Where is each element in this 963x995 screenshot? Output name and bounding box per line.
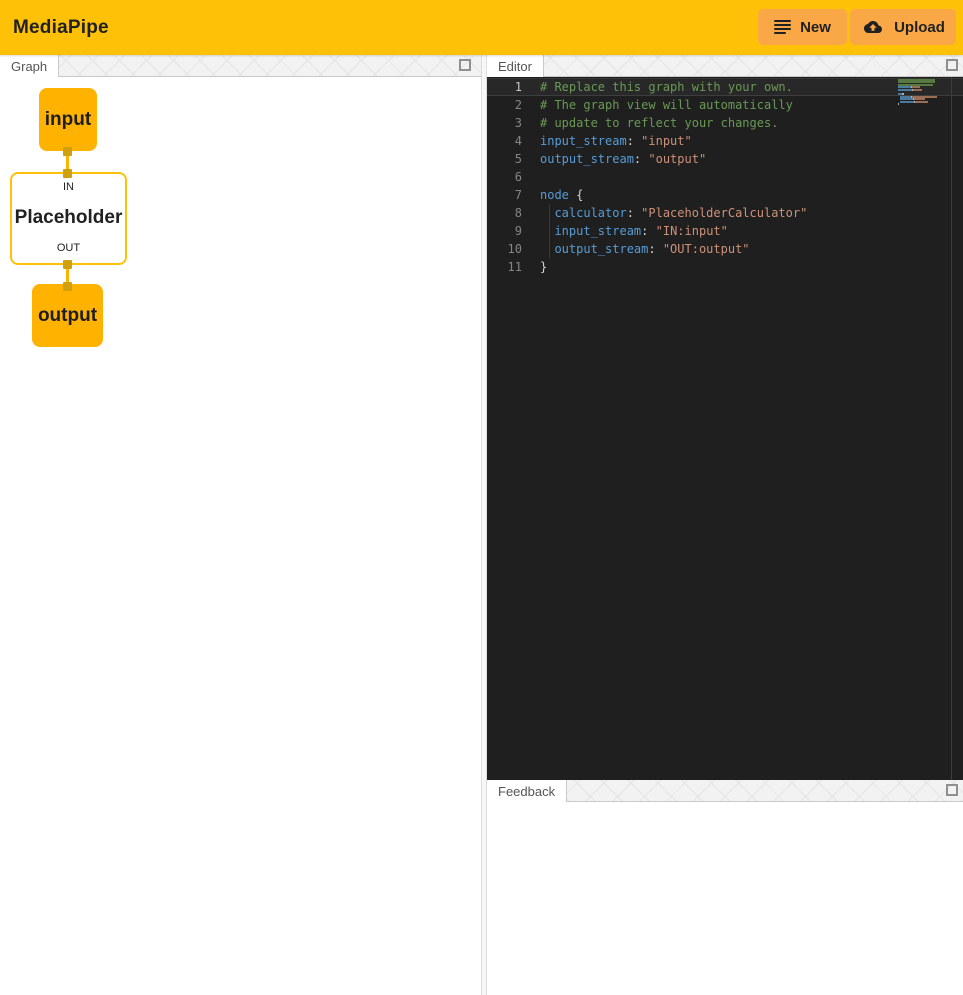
line-number: 10 xyxy=(487,240,540,258)
indent-guide xyxy=(549,222,550,240)
tab-feedback[interactable]: Feedback xyxy=(487,780,567,802)
code-text: calculator: "PlaceholderCalculator" xyxy=(540,204,807,222)
graph-node-input[interactable]: input xyxy=(39,88,97,151)
feedback-tab-strip: Feedback xyxy=(487,780,963,802)
line-number: 8 xyxy=(487,204,540,222)
code-line: 1# Replace this graph with your own. xyxy=(487,78,963,96)
upload-button[interactable]: Upload xyxy=(850,9,956,45)
code-text: } xyxy=(540,258,547,276)
line-number: 9 xyxy=(487,222,540,240)
menu-lines-icon xyxy=(774,20,791,34)
line-number: 6 xyxy=(487,168,540,186)
minimap[interactable] xyxy=(898,79,948,105)
tab-feedback-label: Feedback xyxy=(498,784,555,799)
editor-scrollbar-ruler[interactable] xyxy=(951,77,952,780)
code-editor[interactable]: 1# Replace this graph with your own.2# T… xyxy=(487,77,963,780)
line-number: 5 xyxy=(487,150,540,168)
code-text: # update to reflect your changes. xyxy=(540,114,778,132)
upload-button-label: Upload xyxy=(894,19,945,36)
tab-graph-label: Graph xyxy=(11,59,47,74)
feedback-maximize-icon[interactable] xyxy=(946,784,958,796)
graph-node-output[interactable]: output xyxy=(32,284,103,347)
tab-editor[interactable]: Editor xyxy=(487,55,544,77)
code-text: # Replace this graph with your own. xyxy=(540,78,793,96)
code-line: 6 xyxy=(487,168,963,186)
code-line: 3# update to reflect your changes. xyxy=(487,114,963,132)
graph-maximize-icon[interactable] xyxy=(459,59,471,71)
port-placeholder-in[interactable] xyxy=(63,169,72,178)
editor-maximize-icon[interactable] xyxy=(946,59,958,71)
new-button[interactable]: New xyxy=(758,9,847,45)
cloud-upload-icon xyxy=(861,18,885,36)
graph-node-input-label: input xyxy=(45,109,91,131)
code-text: # The graph view will automatically xyxy=(540,96,793,114)
port-input-out[interactable] xyxy=(63,147,72,156)
code-line: 10 output_stream: "OUT:output" xyxy=(487,240,963,258)
app-title: MediaPipe xyxy=(13,17,109,39)
line-number: 3 xyxy=(487,114,540,132)
graph-node-placeholder[interactable]: IN Placeholder OUT xyxy=(10,172,127,265)
code-text: input_stream: "input" xyxy=(540,132,692,150)
graph-node-output-label: output xyxy=(38,305,97,327)
line-number: 4 xyxy=(487,132,540,150)
code-line: 2# The graph view will automatically xyxy=(487,96,963,114)
code-lines: 1# Replace this graph with your own.2# T… xyxy=(487,78,963,276)
tab-editor-label: Editor xyxy=(498,59,532,74)
line-number: 2 xyxy=(487,96,540,114)
new-button-label: New xyxy=(800,19,831,36)
line-number: 1 xyxy=(487,78,540,96)
code-line: 4input_stream: "input" xyxy=(487,132,963,150)
port-placeholder-out[interactable] xyxy=(63,260,72,269)
indent-guide xyxy=(549,240,550,258)
app-header: MediaPipe New Upload xyxy=(0,0,963,55)
code-text: output_stream: "output" xyxy=(540,150,706,168)
header-buttons: New Upload xyxy=(758,9,956,45)
code-text: output_stream: "OUT:output" xyxy=(540,240,750,258)
graph-node-placeholder-label: Placeholder xyxy=(15,207,123,229)
tab-graph[interactable]: Graph xyxy=(0,55,59,77)
graph-tab-strip: Graph xyxy=(0,55,481,77)
placeholder-out-port-label: OUT xyxy=(57,242,80,254)
indent-guide xyxy=(549,204,550,222)
feedback-content xyxy=(487,803,963,995)
code-line: 8 calculator: "PlaceholderCalculator" xyxy=(487,204,963,222)
code-text: input_stream: "IN:input" xyxy=(540,222,728,240)
line-number: 7 xyxy=(487,186,540,204)
line-number: 11 xyxy=(487,258,540,276)
code-line: 9 input_stream: "IN:input" xyxy=(487,222,963,240)
code-line: 7node { xyxy=(487,186,963,204)
graph-canvas[interactable]: input IN Placeholder OUT output xyxy=(0,77,481,995)
placeholder-in-port-label: IN xyxy=(63,181,74,193)
editor-tab-strip: Editor xyxy=(487,55,963,77)
port-output-in[interactable] xyxy=(63,282,72,291)
code-line: 5output_stream: "output" xyxy=(487,150,963,168)
code-line: 11} xyxy=(487,258,963,276)
code-text: node { xyxy=(540,186,583,204)
